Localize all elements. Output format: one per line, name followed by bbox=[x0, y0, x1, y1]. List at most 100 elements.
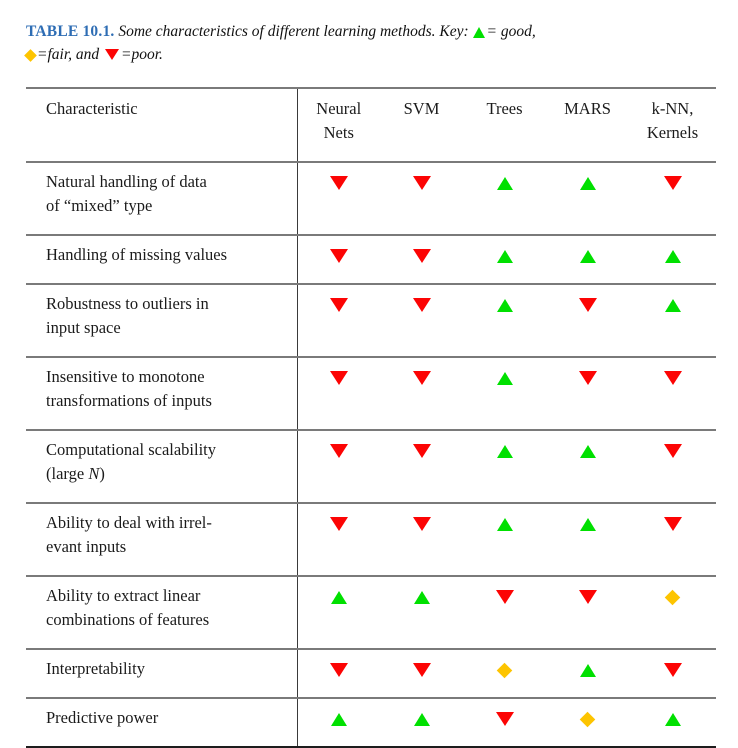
characteristic-line1: Robustness to outliers in bbox=[46, 294, 209, 313]
characteristic-line2: transformations of inputs bbox=[46, 391, 212, 410]
rating-poor-down-triangle-icon bbox=[329, 176, 348, 191]
rating-cell bbox=[380, 648, 463, 698]
rating-cell bbox=[297, 161, 380, 235]
characteristic-line2: evant inputs bbox=[46, 537, 127, 556]
table-row: Natural handling of data of “mixed” type bbox=[26, 161, 716, 235]
rating-good-up-triangle-icon bbox=[413, 712, 430, 726]
rating-cell bbox=[463, 502, 546, 576]
rating-cell bbox=[629, 648, 716, 698]
rating-cell bbox=[629, 234, 716, 284]
rating-poor-down-triangle-icon bbox=[412, 663, 431, 678]
rating-cell bbox=[463, 648, 546, 698]
rating-good-up-triangle-icon bbox=[579, 444, 596, 458]
table-number: TABLE 10.1. bbox=[26, 23, 115, 40]
rating-cell bbox=[297, 234, 380, 284]
rating-poor-down-triangle-icon bbox=[663, 663, 682, 678]
characteristic-line2: combinations of features bbox=[46, 610, 210, 629]
column-header-line1: Neural bbox=[316, 99, 362, 118]
rating-poor-down-triangle-icon bbox=[412, 517, 431, 532]
column-header-line1: MARS bbox=[564, 99, 611, 118]
column-header-characteristic: Characteristic bbox=[26, 87, 298, 162]
rating-cell bbox=[463, 429, 546, 503]
rating-cell bbox=[297, 697, 380, 747]
rating-poor-down-triangle-icon bbox=[663, 444, 682, 459]
characteristic-line2: input space bbox=[46, 318, 121, 337]
table-row: Ability to deal with irrel-evant inputs bbox=[26, 502, 716, 576]
table-header-row: Characteristic Neural Nets SVM Trees MARS k… bbox=[26, 87, 716, 162]
rating-good-up-triangle-icon bbox=[496, 176, 513, 190]
rating-cell bbox=[380, 161, 463, 235]
rating-poor-down-triangle-icon bbox=[329, 517, 348, 532]
rating-fair-diamond-icon bbox=[664, 589, 681, 606]
rating-poor-down-triangle-icon bbox=[329, 371, 348, 386]
rating-good-up-triangle-icon bbox=[330, 590, 347, 604]
rating-poor-down-triangle-icon bbox=[663, 371, 682, 386]
column-header-line1: Trees bbox=[486, 99, 523, 118]
rating-poor-down-triangle-icon bbox=[412, 176, 431, 191]
rating-cell bbox=[297, 356, 380, 430]
rating-fair-diamond-icon bbox=[496, 662, 513, 679]
characteristic-line1: Ability to deal with irrel- bbox=[46, 513, 212, 532]
rating-poor-down-triangle-icon bbox=[578, 590, 597, 605]
column-header-line2 bbox=[382, 121, 461, 145]
rating-good-up-triangle-icon bbox=[496, 371, 513, 385]
rating-poor-down-triangle-icon bbox=[495, 590, 514, 605]
rating-good-up-triangle-icon bbox=[496, 249, 513, 263]
rating-poor-down-triangle-icon bbox=[329, 249, 348, 264]
rating-cell bbox=[629, 356, 716, 430]
rating-good-up-triangle-icon bbox=[664, 712, 681, 726]
table-page: TABLE 10.1. Some characteristics of diff… bbox=[0, 0, 738, 748]
column-header-line2: Nets bbox=[323, 123, 354, 142]
column-header-neural: Neural Nets bbox=[297, 87, 380, 162]
rating-cell bbox=[629, 429, 716, 503]
legend-fair-diamond-icon bbox=[24, 49, 37, 63]
column-header-line2 bbox=[465, 121, 544, 145]
table-row: Handling of missing values bbox=[26, 234, 716, 284]
legend-good-up-triangle-icon bbox=[472, 27, 485, 39]
row-characteristic-label: Predictive power bbox=[26, 697, 298, 747]
rating-poor-down-triangle-icon bbox=[329, 663, 348, 678]
rating-cell bbox=[463, 234, 546, 284]
row-characteristic-label: Handling of missing values bbox=[26, 234, 298, 284]
rating-poor-down-triangle-icon bbox=[578, 371, 597, 386]
rating-cell bbox=[546, 283, 629, 357]
rating-good-up-triangle-icon bbox=[330, 712, 347, 726]
characteristic-line2: of “mixed” type bbox=[46, 196, 153, 215]
rating-cell bbox=[546, 575, 629, 649]
rating-cell bbox=[546, 356, 629, 430]
rating-good-up-triangle-icon bbox=[496, 517, 513, 531]
column-header-trees: Trees bbox=[463, 87, 546, 162]
rating-cell bbox=[297, 648, 380, 698]
legend-fair-label: =fair, and bbox=[37, 46, 100, 63]
rating-cell bbox=[297, 429, 380, 503]
legend-poor-down-triangle-icon bbox=[105, 49, 120, 61]
column-header-svm: SVM bbox=[380, 87, 463, 162]
column-header-line1: SVM bbox=[403, 99, 440, 118]
rating-good-up-triangle-icon bbox=[496, 298, 513, 312]
row-characteristic-label: Natural handling of data of “mixed” type bbox=[26, 161, 298, 235]
row-characteristic-label: Ability to deal with irrel-evant inputs bbox=[26, 502, 298, 576]
column-header-k-nn: k-NN, Kernels bbox=[629, 87, 716, 162]
caption-text: Some characteristics of different learni… bbox=[118, 23, 469, 40]
rating-cell bbox=[629, 161, 716, 235]
row-characteristic-label: Ability to extract linear combinations of… bbox=[26, 575, 298, 649]
rating-cell bbox=[546, 161, 629, 235]
rating-poor-down-triangle-icon bbox=[329, 298, 348, 313]
row-characteristic-label: Robustness to outliers in input space bbox=[26, 283, 298, 357]
characteristic-line1: Ability to extract linear bbox=[46, 586, 201, 605]
table-row: Computational scalability (large N) bbox=[26, 429, 716, 503]
rating-cell bbox=[546, 429, 629, 503]
rating-good-up-triangle-icon bbox=[664, 298, 681, 312]
rating-cell bbox=[629, 502, 716, 576]
rating-cell bbox=[546, 502, 629, 576]
characteristic-line1: Predictive power bbox=[46, 708, 159, 727]
row-characteristic-label: Computational scalability (large N) bbox=[26, 429, 298, 503]
row-characteristic-label: Interpretability bbox=[26, 648, 298, 698]
legend-good-label: = good, bbox=[486, 23, 536, 40]
legend-poor-label: =poor. bbox=[121, 46, 163, 63]
rating-cell bbox=[463, 356, 546, 430]
rating-poor-down-triangle-icon bbox=[412, 371, 431, 386]
rating-good-up-triangle-icon bbox=[579, 249, 596, 263]
rating-cell bbox=[629, 575, 716, 649]
table-row: Predictive power bbox=[26, 697, 716, 747]
